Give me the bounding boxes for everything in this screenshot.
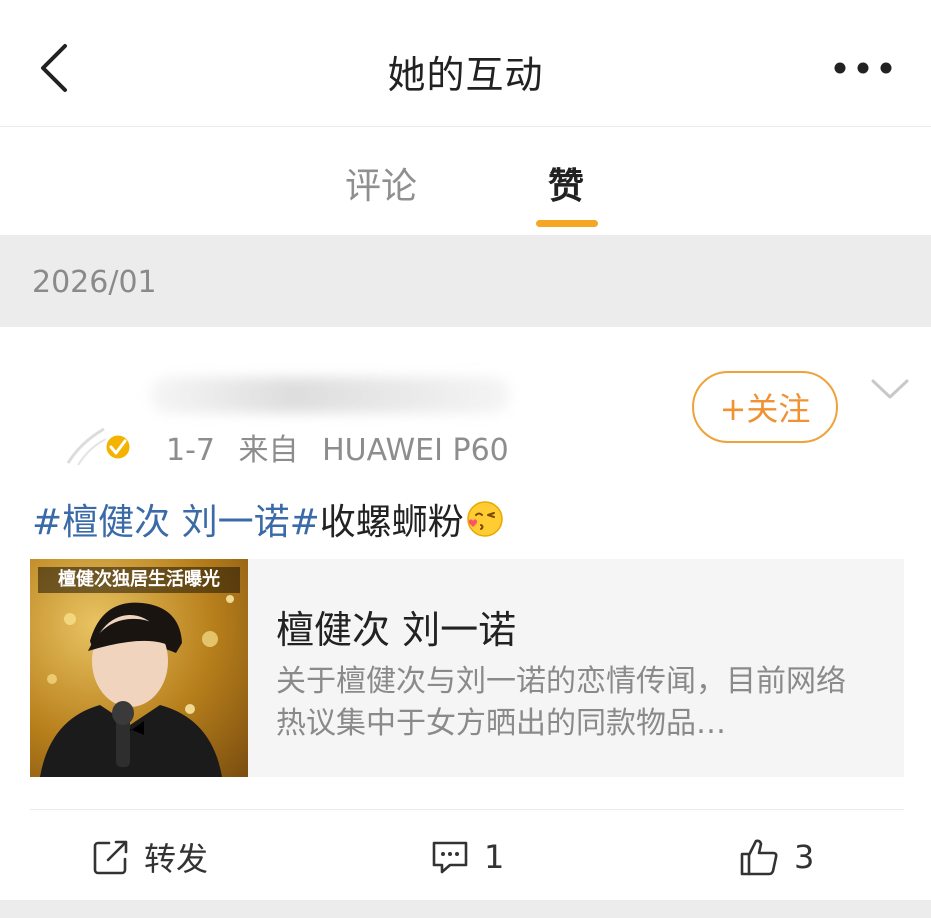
thumbs-up-icon: [740, 839, 778, 876]
chevron-down-icon: [871, 379, 909, 399]
more-dots-icon: [834, 62, 892, 74]
repost-icon: [93, 840, 128, 875]
comment-count: 1: [484, 838, 505, 876]
repost-label: 转发: [144, 840, 209, 878]
top-nav-bar: 她的互动: [0, 0, 931, 127]
post-text: #檀健次 刘一诺# 收螺蛳粉: [32, 493, 504, 545]
date-section-header: 2026/01: [0, 235, 931, 327]
avatar[interactable]: [64, 407, 144, 467]
section-date: 2026/01: [32, 265, 157, 300]
post-source-prefix: 来自: [238, 433, 299, 468]
thumbnail-caption: 檀健次独居生活曝光: [38, 567, 240, 593]
verified-badge-icon: [103, 432, 133, 462]
blurred-username: [150, 377, 510, 413]
post-body: 收螺蛳粉: [319, 502, 464, 543]
kiss-face-emoji-icon: [467, 501, 503, 537]
comment-icon: [432, 841, 468, 874]
thumbnail-image: 檀健次独居生活曝光: [30, 559, 248, 777]
next-section-strip: [0, 900, 931, 918]
like-count: 3: [794, 838, 815, 876]
tab-comments[interactable]: 评论: [345, 157, 417, 209]
page-title: 她的互动: [387, 53, 544, 97]
post-card[interactable]: 1-7 来自 HUAWEI P60 +关注 #檀健次 刘一诺# 收螺蛳粉 檀健次…: [0, 327, 931, 918]
post-options-button[interactable]: [868, 373, 912, 405]
tab-bar: 评论 赞: [0, 127, 931, 235]
follow-button[interactable]: +关注: [692, 371, 838, 443]
post-meta: 1-7 来自 HUAWEI P60: [166, 425, 523, 469]
link-card-description: 关于檀健次与刘一诺的恋情传闻，目前网络热议集中于女方晒出的同款物品…: [276, 664, 846, 741]
hashtag-link[interactable]: #檀健次 刘一诺#: [32, 493, 320, 545]
comment-button[interactable]: 1: [430, 833, 504, 881]
post-date: 1-7: [166, 433, 215, 468]
post-device: HUAWEI P60: [322, 433, 509, 468]
link-preview-card[interactable]: 檀健次独居生活曝光 檀健次 刘一诺 关于檀健次与刘一诺的恋情传闻，目前网络热议集…: [30, 559, 904, 777]
divider: [30, 809, 904, 810]
active-tab-indicator: [536, 220, 598, 227]
post-action-bar: 转发 1 3: [0, 817, 931, 897]
tab-likes[interactable]: 赞: [548, 157, 584, 209]
repost-button[interactable]: 转发: [92, 833, 208, 881]
like-button[interactable]: 3: [738, 833, 814, 881]
more-button[interactable]: [831, 50, 895, 86]
link-card-title: 檀健次 刘一诺: [276, 608, 517, 652]
